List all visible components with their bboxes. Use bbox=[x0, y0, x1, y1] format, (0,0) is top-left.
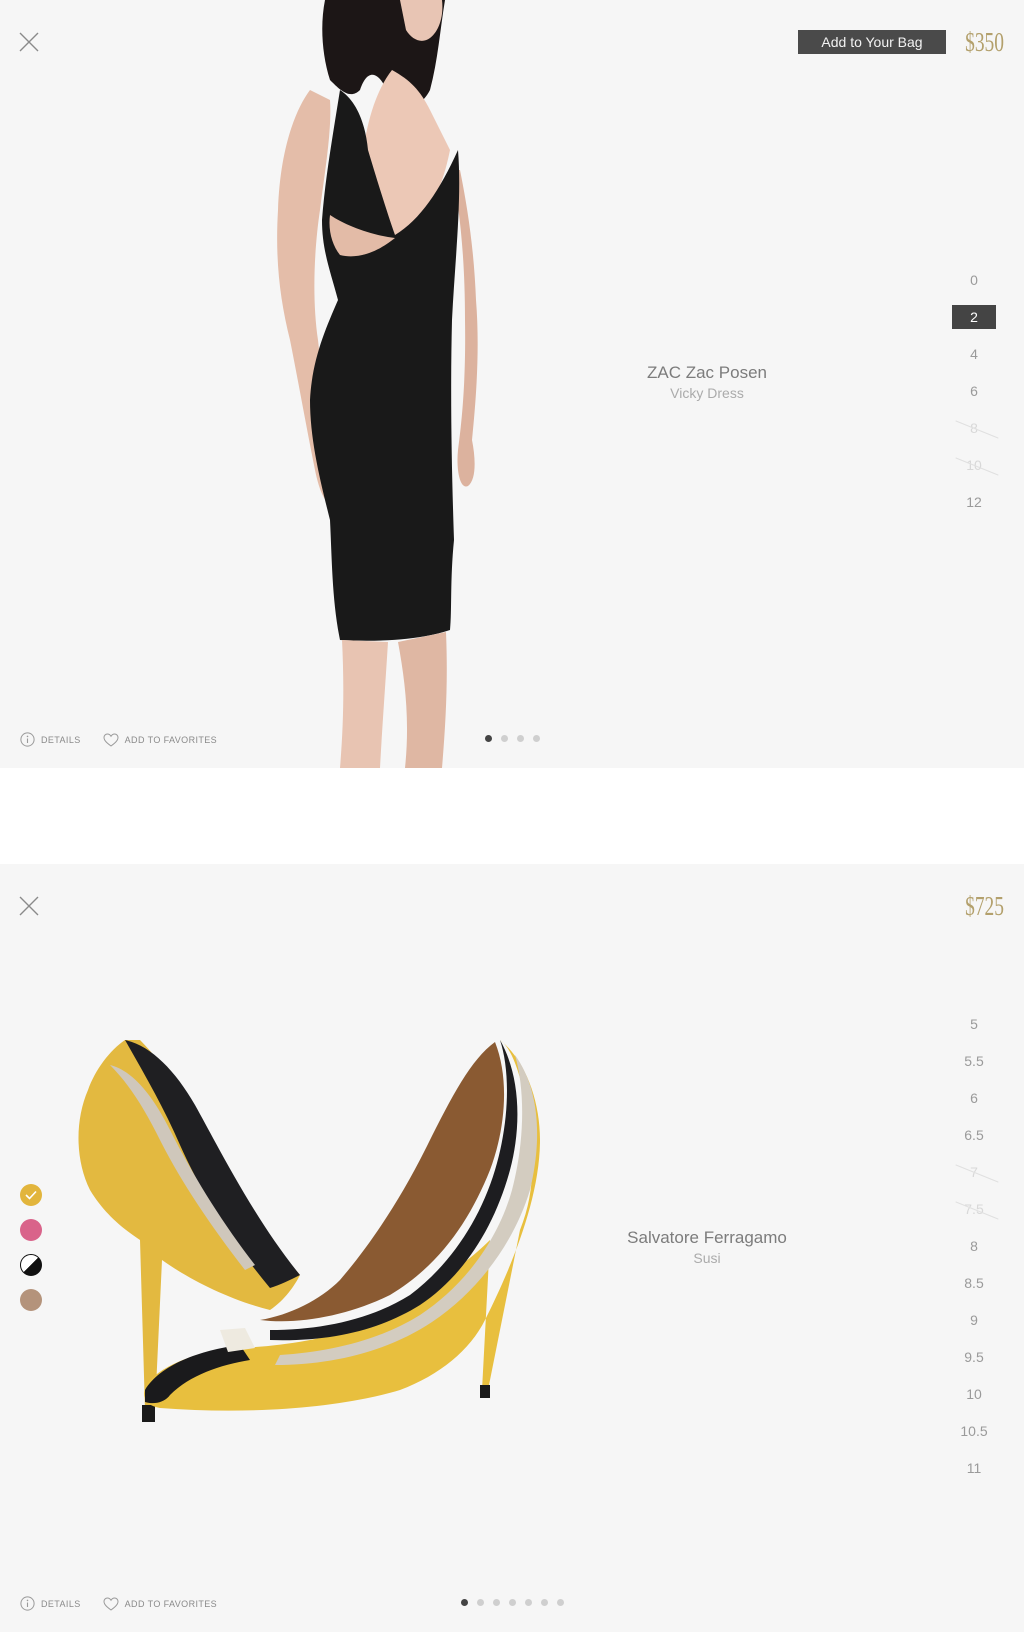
product-image-dress bbox=[277, 0, 478, 768]
pagination-dot[interactable] bbox=[485, 735, 492, 742]
brand-name: Salvatore Ferragamo bbox=[627, 1228, 787, 1247]
info-icon bbox=[20, 1596, 35, 1611]
image-pagination bbox=[461, 1599, 564, 1606]
product-title: ZAC Zac Posen Vicky Dress bbox=[577, 362, 837, 402]
size-option-8[interactable]: 8 bbox=[952, 1228, 996, 1265]
size-option-6-5[interactable]: 6.5 bbox=[952, 1117, 996, 1154]
product-name: Susi bbox=[693, 1250, 721, 1266]
pagination-dot[interactable] bbox=[509, 1599, 516, 1606]
info-icon bbox=[20, 732, 35, 747]
add-to-bag-button[interactable]: Add to Your Bag bbox=[798, 30, 946, 54]
size-label: 5.5 bbox=[964, 1053, 984, 1069]
pagination-dot[interactable] bbox=[541, 1599, 548, 1606]
product-card-dress: Add to Your Bag $350 ZAC Zac Posen Vicky… bbox=[0, 0, 1024, 768]
details-link[interactable]: DETAILS bbox=[20, 1596, 81, 1611]
size-selector: 0 2 4 6 8 10 12 bbox=[952, 262, 996, 521]
size-label: 11 bbox=[966, 1460, 982, 1476]
size-option-10[interactable]: 10 bbox=[952, 1376, 996, 1413]
image-pagination bbox=[485, 735, 540, 742]
size-option-12[interactable]: 12 bbox=[952, 484, 996, 521]
size-label: 9 bbox=[970, 1312, 978, 1328]
size-selector: 5 5.5 6 6.5 7 7.5 8 8.5 9 9.5 10 10.5 11 bbox=[952, 1006, 996, 1487]
size-option-5-5[interactable]: 5.5 bbox=[952, 1043, 996, 1080]
size-option-8: 8 bbox=[952, 410, 996, 447]
size-label: 2 bbox=[952, 305, 996, 329]
pagination-dot[interactable] bbox=[461, 1599, 468, 1606]
size-label: 9.5 bbox=[964, 1349, 984, 1365]
pagination-dot[interactable] bbox=[525, 1599, 532, 1606]
size-label: 6 bbox=[970, 1090, 978, 1106]
size-label: 8 bbox=[970, 1238, 978, 1254]
pagination-dot[interactable] bbox=[533, 735, 540, 742]
color-swatch-black-white[interactable] bbox=[20, 1254, 42, 1276]
size-option-9-5[interactable]: 9.5 bbox=[952, 1339, 996, 1376]
size-label: 5 bbox=[970, 1016, 978, 1032]
size-option-6[interactable]: 6 bbox=[952, 373, 996, 410]
size-label: 7 bbox=[970, 1164, 978, 1180]
size-option-5[interactable]: 5 bbox=[952, 1006, 996, 1043]
size-option-7-5: 7.5 bbox=[952, 1191, 996, 1228]
color-swatches bbox=[20, 1184, 42, 1311]
size-label: 6 bbox=[970, 383, 978, 399]
details-link[interactable]: DETAILS bbox=[20, 732, 81, 747]
price-label: $725 bbox=[965, 891, 1004, 921]
size-label: 8.5 bbox=[964, 1275, 984, 1291]
color-swatch-yellow[interactable] bbox=[20, 1184, 42, 1206]
product-image-shoe bbox=[78, 1040, 540, 1422]
heart-icon bbox=[103, 1596, 119, 1611]
size-option-7: 7 bbox=[952, 1154, 996, 1191]
close-icon[interactable] bbox=[18, 31, 40, 53]
close-icon[interactable] bbox=[18, 895, 40, 917]
size-option-0[interactable]: 0 bbox=[952, 262, 996, 299]
add-to-favorites-link[interactable]: ADD TO FAVORITES bbox=[103, 732, 218, 747]
pagination-dot[interactable] bbox=[477, 1599, 484, 1606]
size-option-9[interactable]: 9 bbox=[952, 1302, 996, 1339]
product-name: Vicky Dress bbox=[670, 385, 744, 401]
size-label: 7.5 bbox=[964, 1201, 984, 1217]
size-option-4[interactable]: 4 bbox=[952, 336, 996, 373]
add-to-favorites-link[interactable]: ADD TO FAVORITES bbox=[103, 1596, 218, 1611]
size-option-8-5[interactable]: 8.5 bbox=[952, 1265, 996, 1302]
size-label: 6.5 bbox=[964, 1127, 984, 1143]
brand-name: ZAC Zac Posen bbox=[647, 363, 767, 382]
size-label: 8 bbox=[970, 420, 978, 436]
heart-icon bbox=[103, 732, 119, 747]
favorites-label: ADD TO FAVORITES bbox=[124, 734, 218, 745]
pagination-dot[interactable] bbox=[501, 735, 508, 742]
details-label: DETAILS bbox=[41, 1598, 81, 1609]
size-option-2[interactable]: 2 bbox=[952, 299, 996, 336]
size-label: 10.5 bbox=[960, 1423, 988, 1439]
size-option-10: 10 bbox=[952, 447, 996, 484]
bottom-links: DETAILS ADD TO FAVORITES bbox=[20, 732, 217, 747]
size-label: 10 bbox=[966, 457, 982, 473]
size-option-11[interactable]: 11 bbox=[952, 1450, 996, 1487]
price-label: $350 bbox=[965, 27, 1004, 57]
pagination-dot[interactable] bbox=[517, 735, 524, 742]
favorites-label: ADD TO FAVORITES bbox=[124, 1598, 218, 1609]
size-option-6[interactable]: 6 bbox=[952, 1080, 996, 1117]
details-label: DETAILS bbox=[41, 734, 81, 745]
bottom-links: DETAILS ADD TO FAVORITES bbox=[20, 1596, 217, 1611]
color-swatch-pink[interactable] bbox=[20, 1219, 42, 1241]
color-swatch-taupe[interactable] bbox=[20, 1289, 42, 1311]
size-label: 4 bbox=[970, 346, 978, 362]
size-label: 10 bbox=[966, 1386, 982, 1402]
size-label: 12 bbox=[966, 494, 982, 510]
pagination-dot[interactable] bbox=[557, 1599, 564, 1606]
product-title: Salvatore Ferragamo Susi bbox=[577, 1227, 837, 1267]
pagination-dot[interactable] bbox=[493, 1599, 500, 1606]
size-option-10-5[interactable]: 10.5 bbox=[952, 1413, 996, 1450]
check-icon bbox=[25, 1190, 37, 1200]
size-label: 0 bbox=[970, 272, 978, 288]
